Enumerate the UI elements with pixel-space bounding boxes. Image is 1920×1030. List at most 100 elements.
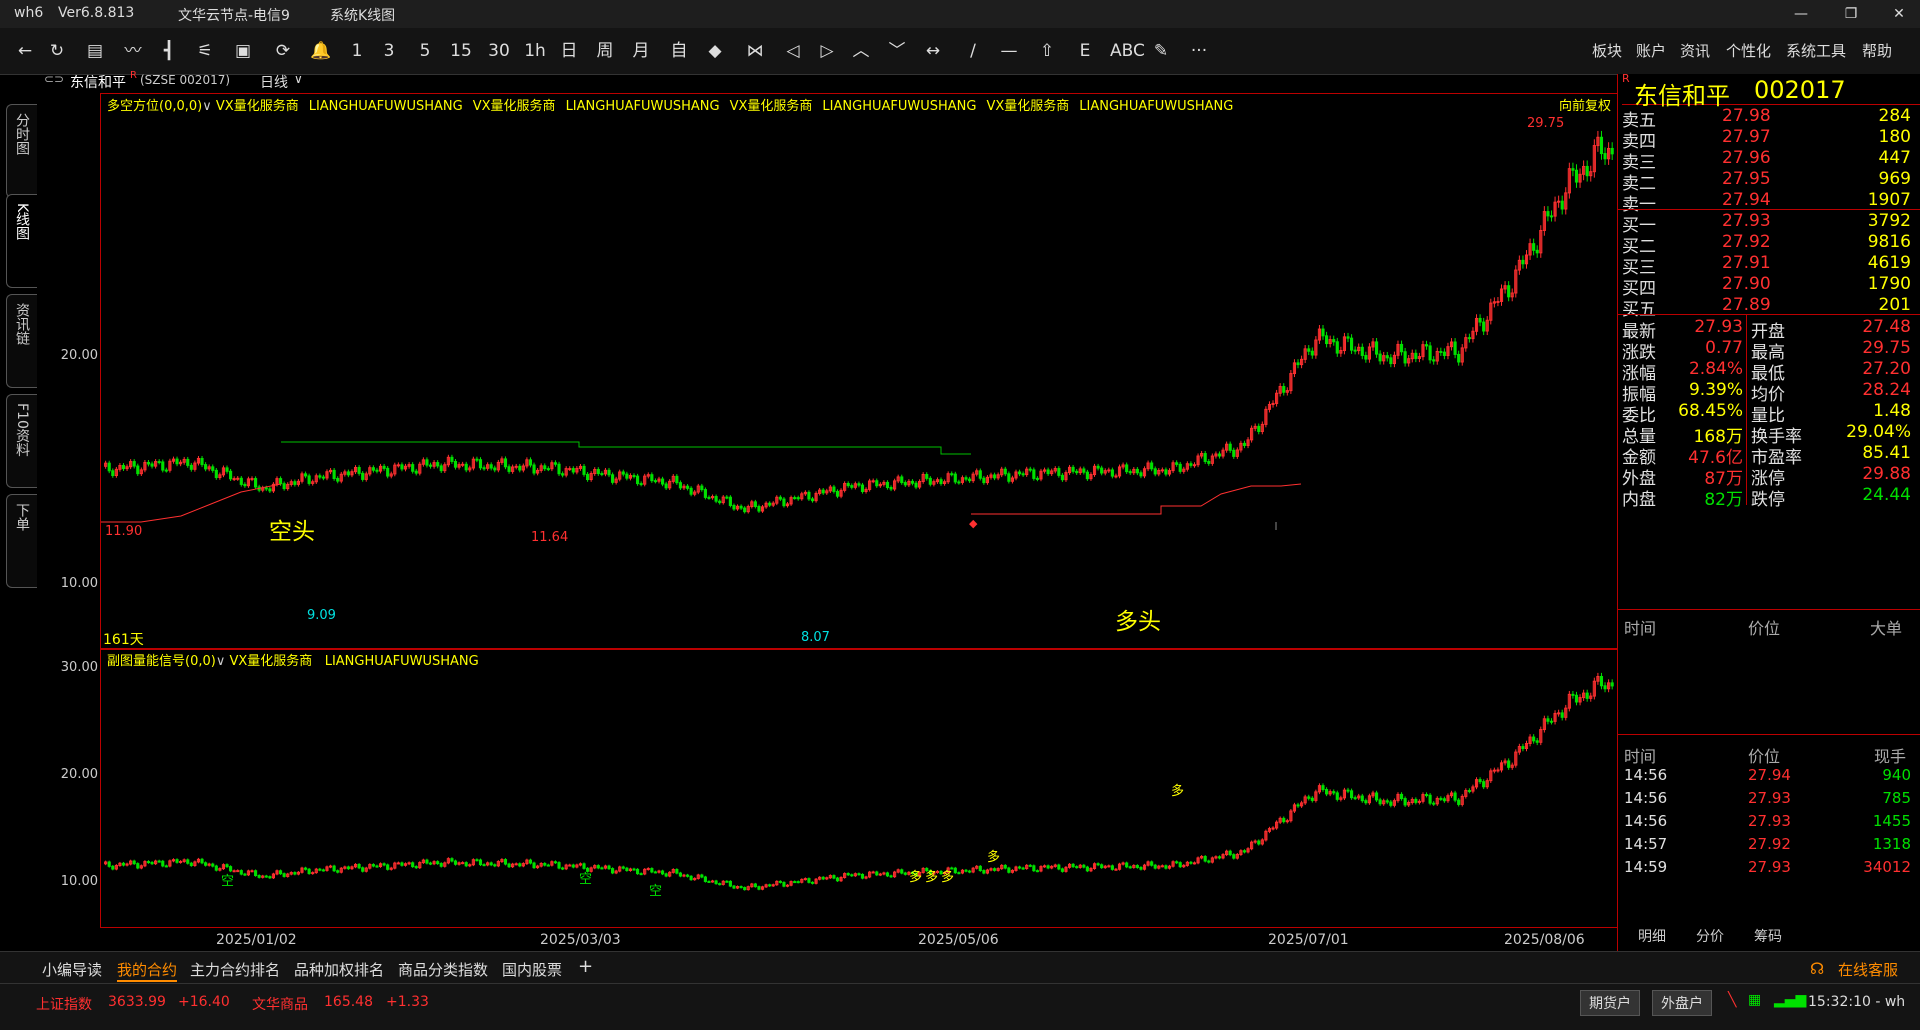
toolbar-button-12[interactable]: 15 xyxy=(450,38,472,64)
candle-body xyxy=(121,464,126,470)
toolbar-button-21[interactable]: ◁ xyxy=(782,38,804,64)
tab-chips[interactable]: 筹码 xyxy=(1754,926,1782,946)
candle-body xyxy=(968,870,972,873)
toolbar-button-24[interactable]: ﹀ xyxy=(886,38,908,64)
chevron-down-icon[interactable]: ∨ xyxy=(294,72,303,86)
tab-my-contracts[interactable]: 我的合约 xyxy=(117,959,178,982)
menu-account[interactable]: 账户 xyxy=(1636,40,1666,61)
candle-body xyxy=(689,487,693,495)
futures-account-button[interactable]: 期货户 xyxy=(1580,990,1640,1016)
tab-weighted-rank[interactable]: 品种加权排名 xyxy=(294,959,384,980)
toolbar-button-26[interactable]: ∕ xyxy=(962,38,984,64)
candle-body xyxy=(254,478,258,488)
candle-body xyxy=(796,497,800,500)
candle-body xyxy=(835,877,840,882)
candle-body xyxy=(778,496,782,500)
toolbar-button-9[interactable]: 1 xyxy=(346,38,368,64)
tab-detail[interactable]: 明细 xyxy=(1638,926,1666,946)
toolbar-button-3[interactable]: 〰 xyxy=(122,38,144,64)
toolbar-button-25[interactable]: ↔ xyxy=(922,38,944,64)
tab-kline[interactable]: K线图 xyxy=(6,194,37,288)
service-link[interactable]: 在线客服 xyxy=(1838,959,1898,980)
candle-body xyxy=(268,488,272,492)
headset-icon[interactable]: ☊ xyxy=(1810,959,1824,978)
toolbar-button-18[interactable]: 自 xyxy=(668,38,690,64)
toolbar-button-1[interactable]: ↻ xyxy=(46,38,68,64)
candle-body xyxy=(718,500,722,504)
candle-body xyxy=(164,469,168,472)
toolbar-button-28[interactable]: ⇧ xyxy=(1036,38,1058,64)
candle-body xyxy=(514,863,518,866)
tab-timeshare-label: 分时图 xyxy=(14,113,30,155)
close-button[interactable]: ✕ xyxy=(1884,2,1914,26)
tab-timeshare[interactable]: 分时图 xyxy=(6,104,37,198)
tab-main-contract-rank[interactable]: 主力合约排名 xyxy=(190,959,280,980)
toolbar-button-0[interactable]: ← xyxy=(14,38,36,64)
toolbar-button-11[interactable]: 5 xyxy=(414,38,436,64)
candle-body xyxy=(739,505,743,509)
toolbar-button-19[interactable]: ◆ xyxy=(704,38,726,64)
candle-body xyxy=(264,875,268,878)
minimize-button[interactable]: — xyxy=(1786,2,1816,26)
toolbar-button-4[interactable]: ┫ xyxy=(158,38,180,64)
candle-body xyxy=(1057,468,1061,476)
toolbar-button-5[interactable]: ⚟ xyxy=(194,38,216,64)
toolbar-button-15[interactable]: 日 xyxy=(558,38,580,64)
candle-body xyxy=(639,483,643,486)
toolbar-button-20[interactable]: ⋈ xyxy=(744,38,766,64)
toolbar-button-32[interactable]: ··· xyxy=(1188,38,1210,64)
candle-body xyxy=(728,880,732,887)
toolbar-button-29[interactable]: E xyxy=(1074,38,1096,64)
sub-volume-chart[interactable]: 副图量能信号(0,0)∨ VX量化服务商 LIANGHUAFUWUSHANG 空… xyxy=(100,648,1618,928)
period-select[interactable]: 日线 xyxy=(260,72,288,92)
menu-personalize[interactable]: 个性化 xyxy=(1726,40,1771,61)
date-tick: 2025/07/01 xyxy=(1268,932,1349,948)
toolbar-button-16[interactable]: 周 xyxy=(594,38,616,64)
toolbar-button-14[interactable]: 1h xyxy=(524,38,546,64)
toolbar-button-13[interactable]: 30 xyxy=(488,38,510,64)
toolbar-button-10[interactable]: 3 xyxy=(378,38,400,64)
add-tab-button[interactable]: + xyxy=(578,956,593,977)
candle-body xyxy=(732,504,736,510)
candle-body xyxy=(653,480,657,483)
toolbar-button-31[interactable]: ✎ xyxy=(1150,38,1172,64)
tab-news-chain[interactable]: 资讯链 xyxy=(6,294,37,388)
tab-editor-guide[interactable]: 小编导读 xyxy=(42,959,102,980)
toolbar-button-23[interactable]: ︿ xyxy=(850,38,872,64)
toolbar-button-17[interactable]: 月 xyxy=(630,38,652,64)
tab-commodity-index[interactable]: 商品分类指数 xyxy=(398,959,488,980)
tab-price-dist[interactable]: 分价 xyxy=(1696,926,1724,946)
candle-body xyxy=(1364,354,1368,360)
annotation-high-left: 11.90 xyxy=(105,524,143,539)
toolbar-button-30[interactable]: ABC xyxy=(1110,38,1145,64)
ask-volume: 284 xyxy=(1878,106,1911,126)
signal-label: 多 xyxy=(987,849,1000,865)
candle-body xyxy=(461,862,465,865)
toolbar-button-7[interactable]: ⟳ xyxy=(272,38,294,64)
tab-f10[interactable]: F10资料 xyxy=(6,394,37,488)
toolbar-button-27[interactable]: — xyxy=(998,38,1020,64)
toolbar-button-22[interactable]: ▷ xyxy=(816,38,838,64)
foreign-account-button[interactable]: 外盘户 xyxy=(1652,990,1712,1016)
menu-help[interactable]: 帮助 xyxy=(1862,40,1892,61)
menu-board[interactable]: 板块 xyxy=(1592,40,1622,61)
candle-body xyxy=(678,872,682,877)
tab-order[interactable]: 下单 xyxy=(6,494,37,588)
maximize-button[interactable]: ❐ xyxy=(1836,2,1866,26)
candle-body xyxy=(964,869,968,872)
candle-body xyxy=(543,465,547,470)
candle-body xyxy=(1496,300,1500,303)
candle-body xyxy=(546,468,550,471)
date-axis: 2025/01/02 2025/03/03 2025/05/06 2025/07… xyxy=(100,927,1616,951)
toolbar-button-8[interactable]: 🔔 xyxy=(310,38,332,64)
toolbar-button-6[interactable]: ▣ xyxy=(232,38,254,64)
candle-body xyxy=(386,467,390,477)
main-kline-chart[interactable]: 多空方位(0,0,0)∨ VX量化服务商 LIANGHUAFUWUSHANG VX量… xyxy=(100,93,1618,650)
candle-body xyxy=(407,862,411,865)
tab-domestic-stocks[interactable]: 国内股票 xyxy=(502,959,562,980)
candle-body xyxy=(1335,341,1339,354)
toolbar-button-2[interactable]: ▤ xyxy=(84,38,106,64)
candle-body xyxy=(1310,797,1314,801)
menu-news[interactable]: 资讯 xyxy=(1680,40,1710,61)
menu-system-tools[interactable]: 系统工具 xyxy=(1786,40,1846,61)
